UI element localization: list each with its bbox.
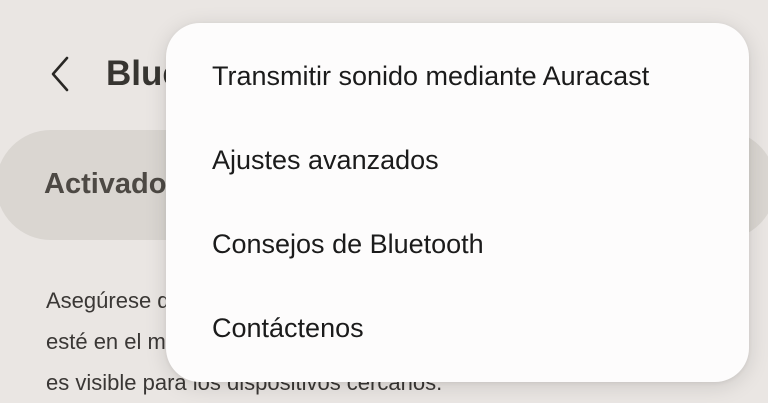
menu-item-advanced-settings[interactable]: Ajustes avanzados	[166, 118, 749, 202]
menu-item-bluetooth-tips[interactable]: Consejos de Bluetooth	[166, 202, 749, 286]
menu-item-auracast[interactable]: Transmitir sonido mediante Auracast	[166, 34, 749, 118]
menu-item-contact-us[interactable]: Contáctenos	[166, 286, 749, 370]
overflow-menu: Transmitir sonido mediante Auracast Ajus…	[166, 23, 749, 382]
